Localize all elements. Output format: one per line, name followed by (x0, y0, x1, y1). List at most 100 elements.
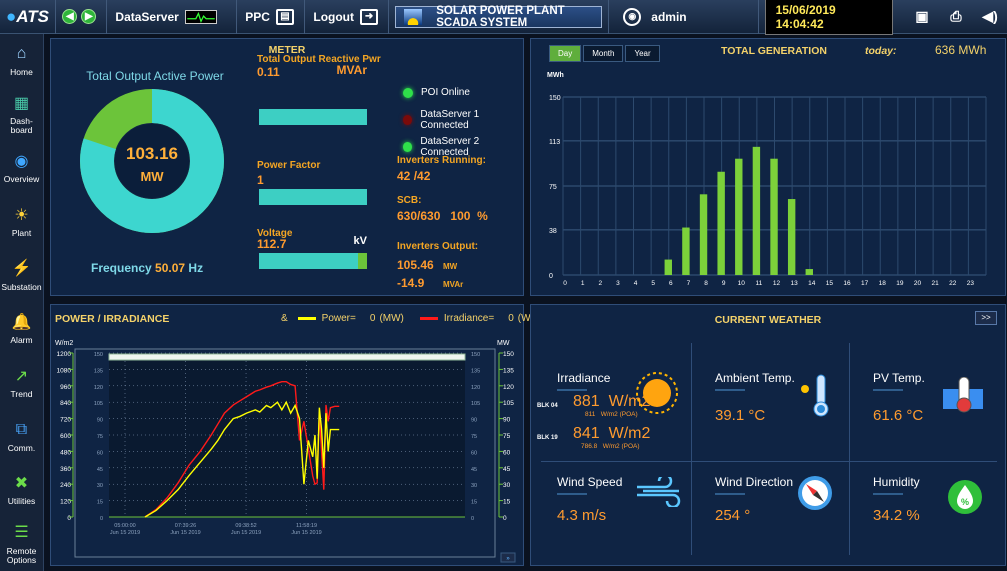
bar (787, 199, 796, 275)
meter-panel: METER Total Output Active Power 103.16 M… (50, 38, 524, 296)
x-tick-label: 7 (687, 280, 691, 287)
weather-more-button[interactable]: >> (975, 311, 997, 325)
sidebar-item-overview[interactable]: ◉ Overview (0, 141, 43, 195)
active-power-donut: 103.16 MW (80, 89, 224, 233)
user-icon: ◉ (623, 7, 642, 26)
x-tick-label: 23 (967, 280, 975, 287)
compass-icon (798, 476, 832, 510)
voltage-value-row: 112.7 kV (257, 235, 367, 251)
sidebar-item-label: Remote Options (6, 545, 37, 565)
print-icon[interactable]: ⎙ (945, 6, 967, 28)
ppc-button[interactable]: PPC ▤ (237, 0, 306, 34)
today-label: today: (865, 45, 897, 57)
frequency-row: Frequency 50.07 Hz (91, 261, 204, 275)
scb-status: SCB: 630/630 100 % (397, 195, 488, 223)
x-tick-label: 14 (808, 280, 816, 287)
sidebar-item-remote-options[interactable]: ☰ Remote Options (0, 517, 43, 571)
left-tick-label: 840 (60, 400, 71, 407)
active-power-unit: MW (140, 169, 164, 184)
sidebar-item-label: Alarm (10, 335, 33, 346)
y-tick-label: 150 (549, 95, 561, 102)
legend-swatch (297, 317, 316, 320)
generation-bar-chart: MWh038751131500 1 2 3 4 5 6 7 8 9 10 11 12 13 14 15 16 17… (547, 72, 987, 287)
sidebar-item-substation[interactable]: ⚡ Substation (0, 249, 43, 303)
x-tick-label: 12 (773, 280, 781, 287)
tab-day[interactable]: Day (549, 45, 582, 62)
plot-area (109, 353, 465, 517)
y-tick-label: 113 (549, 139, 560, 146)
x-tick-time: 11:58:19 (296, 523, 317, 529)
legend-series-unit: (MW) (379, 313, 404, 324)
sidebar-item-dash-board[interactable]: ▦ Dash-board (0, 88, 43, 142)
inner-right-tick-label: 120 (471, 385, 480, 391)
inner-left-tick-label: 30 (97, 483, 103, 489)
back-button[interactable]: ◀ (62, 9, 78, 24)
power-irradiance-legend: &Power =0(MW)Irradiance =0(W/m2) (281, 313, 551, 324)
dataserver-status[interactable]: DataServer (107, 0, 238, 34)
legend-series-name: Power (321, 313, 351, 324)
weather-divider-2 (849, 343, 850, 555)
bar (664, 259, 672, 275)
power-irradiance-title: POWER / IRRADIANCE (55, 313, 170, 325)
weather-title: CURRENT WEATHER (714, 314, 822, 326)
x-tick-label: 18 (879, 280, 887, 287)
left-tick-label: 240 (60, 482, 71, 489)
inner-left-tick-label: 120 (94, 385, 103, 391)
x-tick-label: 21 (932, 280, 940, 287)
ats-logo[interactable]: ● ATS (0, 0, 57, 34)
solar-panel-icon: ☀ (14, 206, 29, 224)
sidebar-item-alarm[interactable]: 🔔 Alarm (0, 302, 43, 356)
x-tick-label: 3 (616, 280, 620, 287)
weather-divider-1 (691, 343, 692, 555)
bar-fill (259, 253, 359, 269)
right-tick-label: 30 (503, 482, 511, 489)
sound-icon[interactable]: ◀) (979, 6, 1001, 28)
generation-title: TOTAL GENERATION (721, 45, 827, 57)
inner-left-tick-label: 60 (97, 450, 103, 456)
bar (682, 227, 690, 275)
inner-right-tick-label: 150 (471, 352, 480, 358)
system-title: SOLAR POWER PLANT SCADA SYSTEM (389, 0, 610, 34)
left-tick-label: 120 (60, 499, 71, 506)
x-tick-date: Jun 15 2019 (170, 530, 200, 536)
x-tick-date: Jun 15 2019 (110, 530, 140, 536)
logout-button[interactable]: Logout ➜ (305, 0, 389, 34)
x-tick-time: 07:39:26 (175, 523, 196, 529)
user-info[interactable]: ◉ admin (609, 0, 759, 34)
active-power-label: Total Output Active Power (86, 69, 224, 83)
sidebar-item-comm-[interactable]: ⧉ Comm. (0, 410, 43, 464)
x-tick-label: 11 (756, 280, 763, 287)
tab-month[interactable]: Month (583, 45, 624, 62)
pf-label: Power Factor (257, 160, 321, 171)
forward-button[interactable]: ▶ (81, 9, 97, 24)
sidebar-item-home[interactable]: ⌂ Home (0, 34, 43, 88)
wind-direction-value: 254 ° (715, 507, 751, 524)
screenshot-icon[interactable]: ▣ (911, 6, 933, 28)
sidebar-item-label: Trend (10, 389, 33, 399)
sidebar-item-trend[interactable]: ↗ Trend (0, 356, 43, 410)
y-tick-label: 0 (549, 273, 553, 280)
sidebar-item-utilities[interactable]: ✖ Utilities (0, 464, 43, 518)
status-item: DataServer 1 Connected (403, 106, 523, 133)
inner-right-tick-label: 90 (471, 418, 477, 424)
heartbeat-icon (184, 9, 217, 24)
thermometer-sun-icon (801, 374, 829, 417)
remote-options-icon: ☰ (14, 524, 29, 542)
humidity-label: Humidity (873, 475, 920, 489)
reactive-bar (259, 109, 367, 125)
substation-icon: ⚡ (11, 260, 32, 278)
x-tick-time: 05:00:00 (114, 523, 135, 529)
humidity-value: 34.2 % (873, 507, 920, 524)
status-list: POI Online DataServer 1 Connected DataServ… (403, 79, 523, 160)
wind-speed-label: Wind Speed (557, 475, 623, 489)
irradiance-blk19-poa: 786.8 W/m2 (POA) (581, 443, 640, 450)
tab-year[interactable]: Year (625, 45, 660, 62)
legend-prefix: & (281, 313, 288, 324)
left-tick-label: 0 (67, 515, 71, 522)
sidebar-item-plant[interactable]: ☀ Plant (0, 195, 43, 249)
y-tick-label: 38 (549, 228, 557, 235)
range-scrollbar[interactable] (108, 353, 466, 361)
status-label: DataServer 1 Connected (420, 108, 480, 131)
status-led-icon (403, 141, 413, 152)
pf-value: 1 (257, 173, 264, 187)
